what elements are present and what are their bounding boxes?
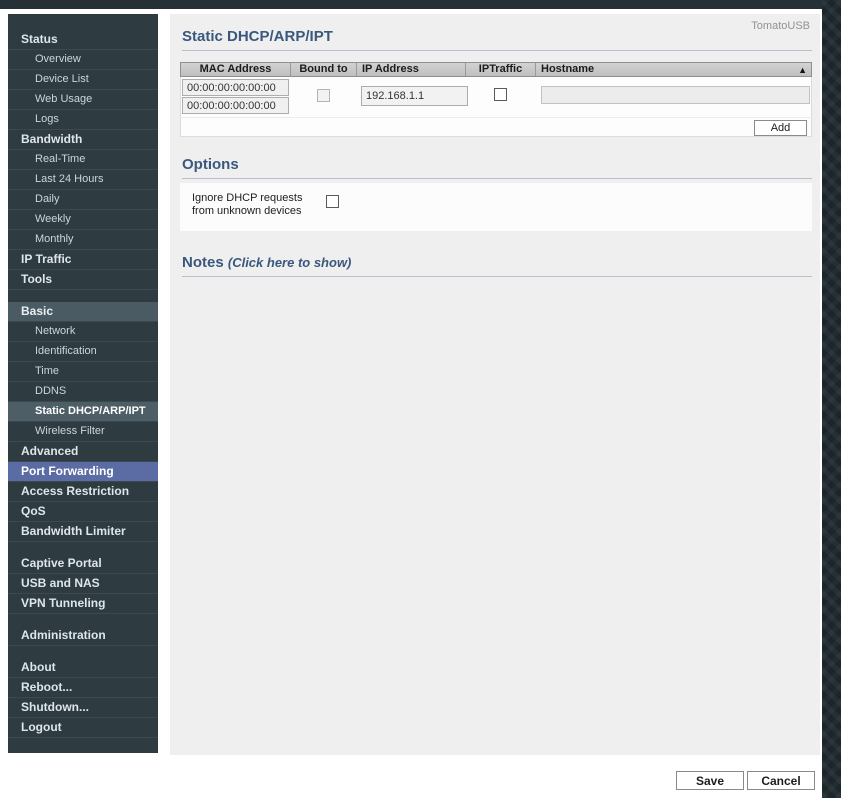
table-entry-row bbox=[180, 77, 812, 117]
sidebar-item-monthly[interactable]: Monthly bbox=[8, 230, 158, 250]
column-header-iptraffic[interactable]: IPTraffic bbox=[466, 63, 536, 76]
sidebar-item-advanced[interactable]: Advanced bbox=[8, 442, 158, 462]
sidebar-item-captive-portal[interactable]: Captive Portal bbox=[8, 554, 158, 574]
sidebar-item-time[interactable]: Time bbox=[8, 362, 158, 382]
sidebar-item-basic[interactable]: Basic bbox=[8, 302, 158, 322]
notes-show-link[interactable]: (Click here to show) bbox=[228, 255, 352, 270]
sidebar-item-static-dhcp-arp-ipt[interactable]: Static DHCP/ARP/IPT bbox=[8, 402, 158, 422]
mac-address-input-2[interactable] bbox=[182, 97, 289, 114]
column-header-hostname[interactable]: Hostname ▲ bbox=[536, 63, 811, 76]
sidebar-item-reboot[interactable]: Reboot... bbox=[8, 678, 158, 698]
options-panel: Ignore DHCP requests from unknown devices bbox=[180, 183, 812, 231]
sidebar-nav: Status Overview Device List Web Usage Logs Ba… bbox=[8, 14, 158, 753]
sidebar-item-status[interactable]: Status bbox=[8, 30, 158, 50]
sidebar-item-wireless-filter[interactable]: Wireless Filter bbox=[8, 422, 158, 442]
sort-ascending-icon[interactable]: ▲ bbox=[798, 64, 807, 77]
hostname-input[interactable] bbox=[541, 86, 810, 104]
background-texture-band bbox=[822, 0, 841, 798]
sidebar-item-logs[interactable]: Logs bbox=[8, 110, 158, 130]
sidebar-item-daily[interactable]: Daily bbox=[8, 190, 158, 210]
ip-address-input[interactable] bbox=[361, 86, 468, 106]
ignore-dhcp-label: Ignore DHCP requests from unknown devices bbox=[192, 192, 303, 217]
notes-heading: Notes (Click here to show) bbox=[182, 254, 812, 277]
sidebar-item-web-usage[interactable]: Web Usage bbox=[8, 90, 158, 110]
page: Status Overview Device List Web Usage Logs Ba… bbox=[0, 0, 841, 798]
ignore-dhcp-checkbox[interactable] bbox=[326, 195, 339, 208]
table-header-row: MAC Address Bound to IP Address IPTraffi… bbox=[180, 62, 812, 77]
bound-to-checkbox bbox=[317, 89, 330, 102]
page-title: Static DHCP/ARP/IPT bbox=[182, 28, 812, 51]
sidebar-item-last-24-hours[interactable]: Last 24 Hours bbox=[8, 170, 158, 190]
top-border-strip bbox=[0, 0, 841, 9]
sidebar-item-port-forwarding[interactable]: Port Forwarding bbox=[8, 462, 158, 482]
column-header-ip-address[interactable]: IP Address bbox=[357, 63, 466, 76]
sidebar-item-administration[interactable]: Administration bbox=[8, 626, 158, 646]
iptraffic-checkbox[interactable] bbox=[494, 88, 507, 101]
sidebar-item-identification[interactable]: Identification bbox=[8, 342, 158, 362]
sidebar-item-weekly[interactable]: Weekly bbox=[8, 210, 158, 230]
sidebar-item-overview[interactable]: Overview bbox=[8, 50, 158, 70]
sidebar-item-network[interactable]: Network bbox=[8, 322, 158, 342]
sidebar-item-shutdown[interactable]: Shutdown... bbox=[8, 698, 158, 718]
column-header-mac-address[interactable]: MAC Address bbox=[181, 63, 291, 76]
main-content: TomatoUSB Static DHCP/ARP/IPT MAC Addres… bbox=[170, 14, 820, 755]
options-heading: Options bbox=[182, 156, 812, 179]
sidebar-item-usb-and-nas[interactable]: USB and NAS bbox=[8, 574, 158, 594]
static-dhcp-table: MAC Address Bound to IP Address IPTraffi… bbox=[180, 62, 812, 137]
sidebar-item-vpn-tunneling[interactable]: VPN Tunneling bbox=[8, 594, 158, 614]
mac-address-input-1[interactable] bbox=[182, 79, 289, 96]
sidebar-item-logout[interactable]: Logout bbox=[8, 718, 158, 738]
sidebar-item-qos[interactable]: QoS bbox=[8, 502, 158, 522]
sidebar-item-about[interactable]: About bbox=[8, 658, 158, 678]
sidebar-item-ddns[interactable]: DDNS bbox=[8, 382, 158, 402]
sidebar-item-tools[interactable]: Tools bbox=[8, 270, 158, 290]
sidebar-item-device-list[interactable]: Device List bbox=[8, 70, 158, 90]
hostname-header-label: Hostname bbox=[541, 63, 595, 75]
sidebar-item-ip-traffic[interactable]: IP Traffic bbox=[8, 250, 158, 270]
table-footer-row: Add bbox=[180, 117, 812, 137]
sidebar-item-bandwidth-limiter[interactable]: Bandwidth Limiter bbox=[8, 522, 158, 542]
sidebar-item-real-time[interactable]: Real-Time bbox=[8, 150, 158, 170]
cancel-button[interactable]: Cancel bbox=[747, 771, 815, 790]
sidebar-item-access-restriction[interactable]: Access Restriction bbox=[8, 482, 158, 502]
column-header-bound-to[interactable]: Bound to bbox=[291, 63, 357, 76]
sidebar-item-bandwidth[interactable]: Bandwidth bbox=[8, 130, 158, 150]
add-button[interactable]: Add bbox=[754, 120, 807, 136]
save-button[interactable]: Save bbox=[676, 771, 744, 790]
notes-label: Notes bbox=[182, 254, 224, 271]
